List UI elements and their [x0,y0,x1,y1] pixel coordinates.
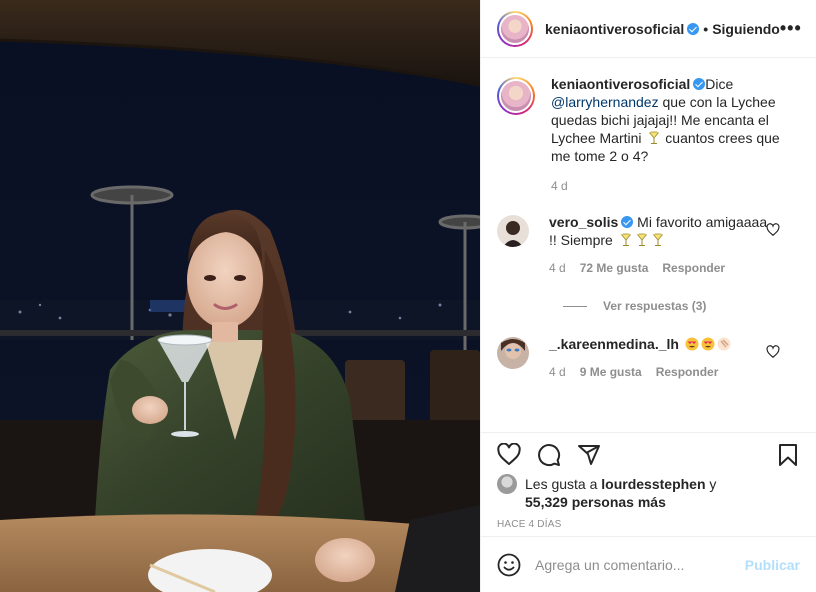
caption-body: keniaontiverosoficial Dice @larryhernande… [551,75,797,195]
post-panel: keniaontiverosoficial • Siguiendo ••• ke… [480,0,816,592]
replies-line [563,305,587,307]
author-avatar[interactable] [497,10,533,47]
clapping-emoji [717,337,731,351]
heart-icon[interactable] [766,345,780,359]
comment-input[interactable] [535,556,745,573]
post-comment-button[interactable]: Publicar [745,557,800,573]
comment-time[interactable]: 4 d [549,259,566,277]
commenter-avatar[interactable] [497,215,529,247]
share-icon[interactable] [577,443,601,467]
reply-button[interactable]: Responder [656,363,719,381]
likes-prefix: Les gusta a [525,476,602,492]
view-replies-label[interactable]: Ver respuestas (3) [603,299,706,313]
separator-dot: • [703,20,709,37]
caption-text-pre: Dice [705,76,734,92]
comment-meta: 4 d 9 Me gusta Responder [549,363,769,381]
comment-icon[interactable] [537,443,561,467]
comment-body: _.kareenmedina._lh 4 d 9 Me gusta Respon… [549,335,769,381]
cocktail-emoji [648,131,661,144]
caption-time[interactable]: 4 d [551,177,797,195]
cocktail-emoji [651,233,664,246]
comment-composer: Publicar [481,536,816,592]
reply-button[interactable]: Responder [662,259,725,277]
caption-avatar[interactable] [497,77,535,115]
likes-summary: Les gusta a lourdesstephen y 55,329 pers… [497,474,800,511]
comment-time[interactable]: 4 d [549,363,566,381]
likes-text: Les gusta a lourdesstephen y 55,329 pers… [525,475,716,511]
comment-item: _.kareenmedina._lh 4 d 9 Me gusta Respon… [497,335,800,381]
likes-count[interactable]: 55,329 personas más [525,494,666,510]
post-header: keniaontiverosoficial • Siguiendo ••• [481,0,816,58]
liker-username[interactable]: lourdesstephen [601,476,705,492]
post-photo[interactable] [0,0,480,592]
caption-username[interactable]: keniaontiverosoficial [551,76,690,92]
following-button[interactable]: Siguiendo [712,21,780,37]
comment-meta: 4 d 72 Me gusta Responder [549,259,769,277]
post-caption: keniaontiverosoficial Dice @larryhernande… [497,75,800,195]
action-icons [497,433,800,473]
emoji-icon[interactable] [497,553,521,577]
commenter-avatar[interactable] [497,337,529,369]
comments-list[interactable]: keniaontiverosoficial Dice @larryhernande… [481,59,816,432]
comment-item: vero_solis Mi favorito amigaaaa !! Siemp… [497,213,800,277]
more-icon[interactable]: ••• [780,18,802,39]
heart-eyes-emoji [685,337,699,351]
caption-mention[interactable]: @larryhernandez [551,94,659,110]
post-actions: Les gusta a lourdesstephen y 55,329 pers… [481,432,816,530]
comment-username[interactable]: _.kareenmedina._lh [549,336,679,352]
heart-eyes-emoji [701,337,715,351]
photo-illustration [0,0,480,592]
view-replies-button[interactable]: Ver respuestas (3) [563,299,800,313]
likes-middle: y [705,476,717,492]
comment-body: vero_solis Mi favorito amigaaaa !! Siemp… [549,213,769,277]
comment-username[interactable]: vero_solis [549,214,618,230]
bookmark-icon[interactable] [776,443,800,467]
verified-icon [687,22,700,35]
cocktail-emoji [619,233,632,246]
posted-time[interactable]: Hace 4 días [497,519,800,530]
verified-icon [621,216,634,228]
author-username[interactable]: keniaontiverosoficial [545,21,700,37]
author-username-text[interactable]: keniaontiverosoficial [545,21,684,37]
comment-likes[interactable]: 9 Me gusta [580,363,642,381]
comment-likes[interactable]: 72 Me gusta [580,259,649,277]
cocktail-emoji [635,233,648,246]
heart-icon[interactable] [766,223,780,237]
verified-icon [693,78,706,90]
liker-avatar[interactable] [497,474,517,494]
like-heart-icon[interactable] [497,443,521,467]
